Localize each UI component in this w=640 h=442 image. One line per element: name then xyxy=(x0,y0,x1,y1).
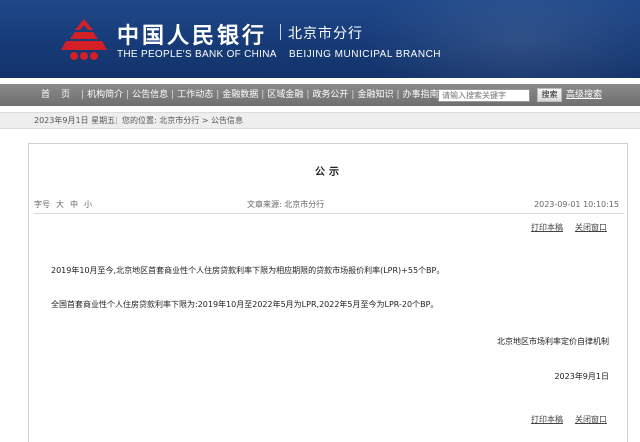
article-meta: 字号大中小 文章来源: 北京市分行 2023-09-01 10:10:15 xyxy=(29,198,629,212)
bank-name-cn: 中国人民银行 xyxy=(117,23,268,49)
breadcrumb-bar: 2023年9月1日 星期五 | 您的位置: 北京市分行 > 公告信息 xyxy=(0,112,640,129)
nav-item-data[interactable]: 金融数据 xyxy=(219,84,261,106)
nav-item-knowledge[interactable]: 金融知识 xyxy=(354,84,396,106)
font-size-small[interactable]: 小 xyxy=(84,200,92,209)
nav-item-notices[interactable]: 公告信息 xyxy=(129,84,171,106)
pboc-logo-icon[interactable] xyxy=(60,17,108,61)
font-size-medium[interactable]: 中 xyxy=(70,200,78,209)
article-panel: 公示 字号大中小 文章来源: 北京市分行 2023-09-01 10:10:15… xyxy=(28,143,628,442)
header-gloss xyxy=(360,0,640,78)
bank-name-en: THE PEOPLE'S BANK OF CHINA xyxy=(117,49,277,60)
nav-item-guide[interactable]: 办事指南 xyxy=(400,84,442,106)
header-divider xyxy=(280,24,281,40)
article-actions-bottom: 打印本稿 关闭窗口 xyxy=(519,414,607,425)
page-title: 公示 xyxy=(315,167,343,178)
print-button[interactable]: 打印本稿 xyxy=(531,415,563,424)
article-source: 文章来源: 北京市分行 xyxy=(247,200,325,209)
breadcrumb[interactable]: 您的位置: 北京市分行 > 公告信息 xyxy=(122,113,243,128)
print-button[interactable]: 打印本稿 xyxy=(531,223,563,232)
article-paragraph: 2019年10月至今,北京地区首套商业性个人住房贷款利率下限为相应期限的贷款市场… xyxy=(51,266,445,275)
nav-item-government[interactable]: 政务公开 xyxy=(309,84,351,106)
search-input[interactable] xyxy=(438,89,530,102)
close-window-button[interactable]: 关闭窗口 xyxy=(575,223,607,232)
nav-item-regional[interactable]: 区域金融 xyxy=(264,84,306,106)
nav-items: 首页 | 机构简介 | 公告信息 | 工作动态 | 金融数据 | 区域金融 | … xyxy=(0,84,487,106)
article-actions-top: 打印本稿 关闭窗口 xyxy=(519,222,607,233)
font-size-controls: 字号大中小 xyxy=(34,198,92,212)
nav-item-about[interactable]: 机构简介 xyxy=(84,84,126,106)
article-signature: 北京地区市场利率定价自律机制 xyxy=(497,337,609,346)
site-header: 中国人民银行 北京市分行 THE PEOPLE'S BANK OF CHINA … xyxy=(0,0,640,78)
article-sign-date: 2023年9月1日 xyxy=(554,372,609,381)
branch-name-cn: 北京市分行 xyxy=(288,26,363,42)
close-window-button[interactable]: 关闭窗口 xyxy=(575,415,607,424)
advanced-search-link[interactable]: 高级搜索 xyxy=(566,88,602,102)
article-paragraph: 全国首套商业性个人住房贷款利率下限为:2019年10月至2022年5月为LPR,… xyxy=(51,300,439,309)
search-button[interactable]: 搜索 xyxy=(537,88,562,102)
font-size-label: 字号 xyxy=(34,200,50,209)
breadcrumb-separator: | xyxy=(115,116,118,125)
nav-item-home[interactable]: 首页 xyxy=(38,84,81,106)
meta-divider xyxy=(34,213,624,214)
nav-item-news[interactable]: 工作动态 xyxy=(174,84,216,106)
current-date: 2023年9月1日 星期五 xyxy=(34,116,116,125)
font-size-large[interactable]: 大 xyxy=(56,200,64,209)
branch-name-en: BEIJING MUNICIPAL BRANCH xyxy=(289,49,442,60)
article-time: 2023-09-01 10:10:15 xyxy=(534,200,619,209)
